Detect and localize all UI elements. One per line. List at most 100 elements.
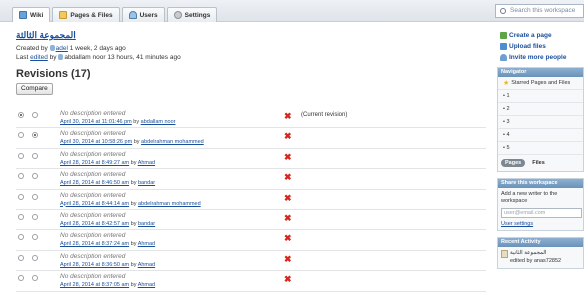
compare-to-radio[interactable] <box>32 173 38 180</box>
compare-to-radio[interactable] <box>32 193 38 200</box>
tab-label: Users <box>139 11 158 19</box>
wiki-icon <box>19 11 27 19</box>
revision-user-link[interactable]: Ahmad <box>138 282 155 288</box>
tab-pages-files[interactable]: Pages & Files <box>52 7 120 22</box>
compare-from-radio[interactable] <box>18 112 24 118</box>
revision-info: April 28, 2014 at 8:37:24 am by Ahmad <box>60 241 155 247</box>
user-settings-link[interactable]: User settings <box>498 218 583 230</box>
action-label: Invite more people <box>509 54 567 61</box>
revision-date-link[interactable]: April 28, 2014 at 8:36:50 am <box>60 262 129 268</box>
navigator-item[interactable]: • 3 <box>498 116 583 129</box>
revision-date-link[interactable]: April 28, 2014 at 8:49:27 am <box>60 160 129 166</box>
user-icon <box>58 54 64 60</box>
compare-to-radio[interactable] <box>32 254 38 261</box>
tab-label: Wiki <box>30 11 44 19</box>
revision-info: April 28, 2014 at 8:37:05 am by Ahmad <box>60 282 155 288</box>
delete-icon[interactable]: ✖ <box>284 111 292 122</box>
invite-people-button[interactable]: Invite more people <box>500 52 584 63</box>
share-heading: Share this workspace <box>498 179 583 188</box>
subtab-pages[interactable]: Pages <box>501 159 526 167</box>
revision-user-link[interactable]: bandar <box>138 180 155 186</box>
navigator-item[interactable]: • 1 <box>498 90 583 103</box>
delete-icon[interactable]: ✖ <box>284 193 292 204</box>
tab-bar: Wiki Pages & Files Users Settings <box>12 7 219 22</box>
activity-item[interactable]: المجموعة الثانية edited by anas72852 <box>498 247 583 268</box>
delete-icon[interactable]: ✖ <box>284 254 292 265</box>
tab-label: Settings <box>184 11 211 19</box>
compare-from-radio[interactable] <box>18 213 24 220</box>
revision-description: No description entered <box>60 110 126 117</box>
revision-info: April 28, 2014 at 8:49:27 am by Ahmad <box>60 160 155 166</box>
created-user-link[interactable]: adel <box>56 45 68 52</box>
revision-row: No description entered April 28, 2014 at … <box>16 190 486 210</box>
compare-from-radio[interactable] <box>18 234 24 241</box>
delete-icon[interactable]: ✖ <box>284 152 292 163</box>
revision-info: April 30, 2014 at 11:01:46 pm by abdalla… <box>60 119 176 125</box>
revision-list: No description entered April 30, 2014 at … <box>16 108 486 292</box>
compare-to-radio[interactable] <box>32 234 38 241</box>
compare-to-radio[interactable] <box>32 132 38 139</box>
tab-wiki[interactable]: Wiki <box>12 7 51 22</box>
compare-from-radio[interactable] <box>18 132 24 139</box>
revision-date-link[interactable]: April 28, 2014 at 8:44:14 am <box>60 201 129 207</box>
user-icon <box>49 45 55 51</box>
subtab-files[interactable]: Files <box>528 159 549 167</box>
starred-pages-link[interactable]: ★ Starred Pages and Files <box>498 77 583 90</box>
compare-button[interactable]: Compare <box>16 83 53 95</box>
revision-user-link[interactable]: Ahmad <box>138 262 155 268</box>
compare-from-radio[interactable] <box>18 173 24 180</box>
tab-users[interactable]: Users <box>121 7 165 22</box>
revision-date-link[interactable]: April 28, 2014 at 8:37:24 am <box>60 241 129 247</box>
revision-description: No description entered <box>60 130 126 138</box>
delete-icon[interactable]: ✖ <box>284 274 292 285</box>
upload-files-button[interactable]: Upload files <box>500 41 584 52</box>
compare-from-radio[interactable] <box>18 152 24 159</box>
revision-user-link[interactable]: abdallam noor <box>141 119 176 125</box>
create-page-button[interactable]: Create a page <box>500 30 584 41</box>
revision-row: No description entered April 30, 2014 at … <box>16 108 486 129</box>
revision-date-link[interactable]: April 30, 2014 at 11:01:46 pm <box>60 119 132 125</box>
revision-info: April 30, 2014 at 10:58:26 pm by abdelra… <box>60 139 204 145</box>
navigator-item[interactable]: • 4 <box>498 129 583 142</box>
revision-date-link[interactable]: April 28, 2014 at 8:37:05 am <box>60 282 129 288</box>
page-title[interactable]: المجموعة الثالثة <box>16 30 486 41</box>
created-time: 1 week, 2 days ago <box>69 45 126 52</box>
delete-icon[interactable]: ✖ <box>284 131 292 142</box>
compare-from-radio[interactable] <box>18 275 24 282</box>
revision-description: No description entered <box>60 252 126 260</box>
activity-title: المجموعة الثانية <box>510 250 547 256</box>
revision-date-link[interactable]: April 28, 2014 at 8:42:57 am <box>60 221 129 227</box>
edited-line: Last edited by abdallam noor 13 hours, 4… <box>16 53 486 62</box>
email-field[interactable]: user@email.com <box>501 208 582 218</box>
starred-label: Starred Pages and Files <box>511 79 571 86</box>
revision-by: by <box>130 220 137 227</box>
current-revision-label: (Current revision) <box>301 112 348 118</box>
navigator-item[interactable]: • 5 <box>498 142 583 155</box>
main-content: المجموعة الثالثة Created by adel 1 week,… <box>16 30 486 292</box>
edited-user: abdallam noor <box>64 54 106 61</box>
compare-to-radio[interactable] <box>32 275 38 282</box>
revision-date-link[interactable]: April 30, 2014 at 10:58:26 pm <box>60 139 132 145</box>
revision-user-link[interactable]: bandar <box>138 221 155 227</box>
revision-user-link[interactable]: Ahmad <box>138 241 155 247</box>
revision-info: April 28, 2014 at 8:46:50 am by bandar <box>60 180 155 186</box>
compare-to-radio[interactable] <box>32 152 38 159</box>
revision-date-link[interactable]: April 28, 2014 at 8:46:50 am <box>60 180 129 186</box>
tab-settings[interactable]: Settings <box>166 7 218 22</box>
revision-by: by <box>133 119 140 125</box>
navigator-item[interactable]: • 2 <box>498 103 583 116</box>
edited-link[interactable]: edited <box>30 54 48 61</box>
revisions-heading: Revisions (17) <box>16 68 91 80</box>
revision-user-link[interactable]: abdelrahman mohammed <box>138 201 201 207</box>
search-input[interactable]: Search this workspace <box>495 4 584 18</box>
compare-from-radio[interactable] <box>18 193 24 200</box>
page-meta: Created by adel 1 week, 2 days ago Last … <box>16 44 486 62</box>
revision-user-link[interactable]: abdelrahman mohammed <box>141 139 204 145</box>
compare-to-radio[interactable] <box>32 213 38 220</box>
compare-to-radio[interactable] <box>32 112 38 118</box>
delete-icon[interactable]: ✖ <box>284 233 292 244</box>
delete-icon[interactable]: ✖ <box>284 213 292 224</box>
revision-user-link[interactable]: Ahmad <box>138 160 155 166</box>
delete-icon[interactable]: ✖ <box>284 172 292 183</box>
compare-from-radio[interactable] <box>18 254 24 261</box>
